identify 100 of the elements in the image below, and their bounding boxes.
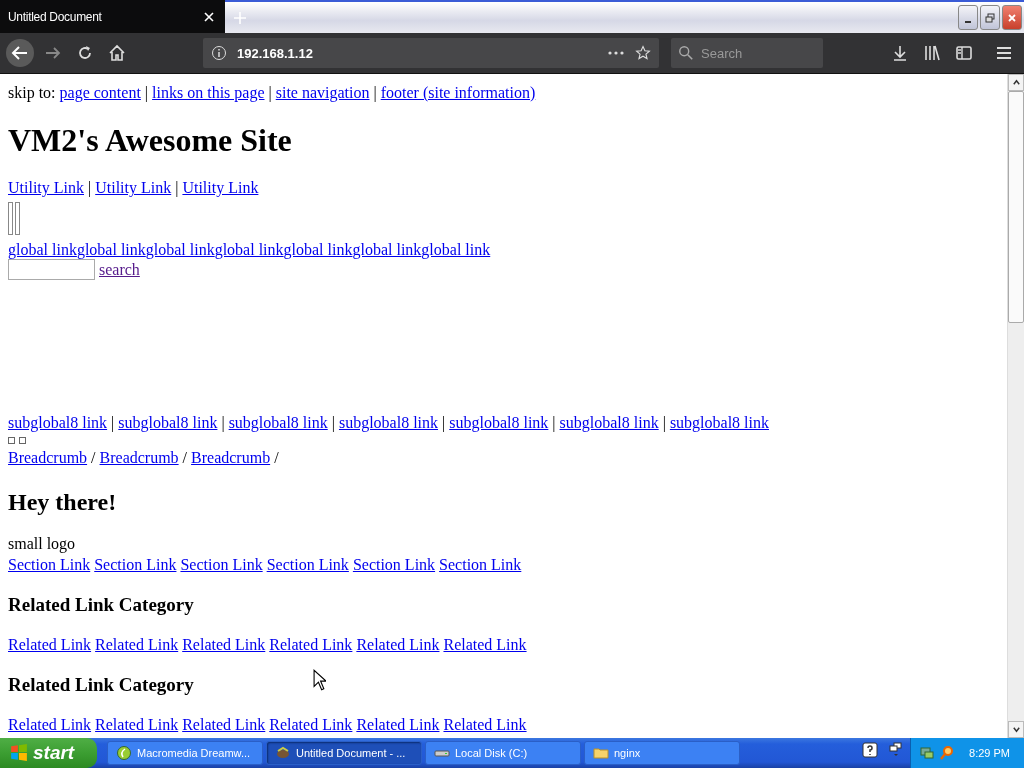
scroll-thumb[interactable] xyxy=(1008,91,1024,323)
separator: | xyxy=(111,414,115,431)
subglobal-link[interactable]: subglobal8 link xyxy=(449,414,549,431)
related-link[interactable]: Related Link xyxy=(182,636,266,653)
global-link[interactable]: global link xyxy=(214,241,284,258)
category-heading: Related Link Category xyxy=(8,594,194,616)
taskbar-button[interactable]: Untitled Document - ... xyxy=(266,741,422,765)
search-link[interactable]: search xyxy=(99,260,140,279)
separator: | xyxy=(552,414,556,431)
breadcrumb-link[interactable]: Breadcrumb xyxy=(99,449,179,466)
utility-link[interactable]: Utility Link xyxy=(182,179,259,196)
more-icon[interactable] xyxy=(607,50,625,56)
sidebar-icon[interactable] xyxy=(954,43,974,63)
separator: | xyxy=(88,179,92,196)
folder-icon xyxy=(593,745,609,761)
taskbar-button[interactable]: nginx xyxy=(584,741,740,765)
search-field[interactable]: Search xyxy=(671,38,823,68)
close-icon xyxy=(1007,12,1017,23)
separator: / xyxy=(274,449,279,466)
separator: | xyxy=(662,414,666,431)
separator: | xyxy=(268,84,272,101)
taskbar-button[interactable]: Local Disk (C:) xyxy=(425,741,581,765)
caret-up-icon xyxy=(1011,78,1021,87)
taskbar-button[interactable]: Macromedia Dreamw... xyxy=(107,741,263,765)
windows-icon[interactable] xyxy=(888,742,904,758)
global-link[interactable]: global link xyxy=(145,241,215,258)
subglobal-link[interactable]: subglobal8 link xyxy=(669,414,769,431)
subglobal-link[interactable]: subglobal8 link xyxy=(8,414,108,431)
info-icon[interactable] xyxy=(211,45,227,61)
search-field[interactable] xyxy=(8,259,95,280)
skip-link[interactable]: links on this page xyxy=(152,84,265,101)
section-link[interactable]: Section Link xyxy=(180,556,263,573)
related-link[interactable]: Related Link xyxy=(182,716,266,733)
windows-logo-icon xyxy=(10,744,28,762)
back-icon[interactable] xyxy=(5,38,35,68)
subglobal-link[interactable]: subglobal8 link xyxy=(338,414,439,431)
star-icon[interactable] xyxy=(635,45,651,61)
skip-label: skip to: xyxy=(8,84,56,101)
minimize-icon xyxy=(965,20,971,23)
browser-icon xyxy=(275,745,291,761)
utility-link[interactable]: Utility Link xyxy=(95,179,172,196)
subglobal-link[interactable]: subglobal8 link xyxy=(559,414,659,431)
related-link[interactable]: Related Link xyxy=(95,716,179,733)
close-icon[interactable] xyxy=(203,10,215,23)
network-icon[interactable] xyxy=(919,745,936,761)
scroll-up-button[interactable] xyxy=(1008,74,1024,91)
tab-title: Untitled Document xyxy=(8,9,102,24)
related-link[interactable]: Related Link xyxy=(269,636,353,653)
caret-down-icon xyxy=(1011,725,1021,734)
section-link[interactable]: Section Link xyxy=(94,556,177,573)
global-link[interactable]: global link xyxy=(76,241,146,258)
related-link[interactable]: Related Link xyxy=(95,636,179,653)
section-link[interactable]: Section Link xyxy=(8,556,91,573)
skip-link[interactable]: page content xyxy=(59,84,141,101)
related-link[interactable]: Related Link xyxy=(443,716,527,733)
separator: / xyxy=(182,449,188,466)
global-link[interactable]: global link xyxy=(352,241,422,258)
separator: | xyxy=(331,414,335,431)
close-button[interactable] xyxy=(1002,5,1022,30)
clock: 8:29 PM xyxy=(969,747,1010,759)
minimize-button[interactable] xyxy=(958,5,978,30)
scroll-down-button[interactable] xyxy=(1008,721,1024,738)
skip-link[interactable]: site navigation xyxy=(275,84,370,101)
section-link[interactable]: Section Link xyxy=(266,556,349,573)
related-link[interactable]: Related Link xyxy=(8,636,92,653)
global-link[interactable]: global link xyxy=(421,241,491,258)
separator: | xyxy=(221,414,225,431)
restore-button[interactable] xyxy=(980,5,1000,30)
related-link[interactable]: Related Link xyxy=(356,636,440,653)
breadcrumb-link[interactable]: Breadcrumb xyxy=(8,449,88,466)
section-link[interactable]: Section Link xyxy=(352,556,436,573)
global-link[interactable]: global link xyxy=(283,241,353,258)
magnifier-icon[interactable] xyxy=(939,745,956,761)
library-icon[interactable] xyxy=(922,43,942,63)
breadcrumb-link[interactable]: Breadcrumb xyxy=(191,449,271,466)
separator: | xyxy=(373,84,377,101)
home-icon[interactable] xyxy=(107,43,127,63)
subglobal-link[interactable]: subglobal8 link xyxy=(118,414,218,431)
related-link[interactable]: Related Link xyxy=(356,716,440,733)
small-logo-text: small logo xyxy=(8,535,76,553)
separator: | xyxy=(144,84,149,101)
related-link[interactable]: Related Link xyxy=(8,716,92,733)
related-link[interactable]: Related Link xyxy=(269,716,353,733)
restore-icon xyxy=(985,12,995,23)
skip-link[interactable]: footer (site information) xyxy=(380,84,536,101)
empty-frame xyxy=(15,202,20,235)
global-link[interactable]: global link xyxy=(8,241,77,258)
subglobal-link[interactable]: subglobal8 link xyxy=(228,414,328,431)
app-icon xyxy=(116,745,132,761)
related-link[interactable]: Related Link xyxy=(443,636,527,653)
separator: | xyxy=(175,179,179,196)
help-icon[interactable] xyxy=(862,742,878,758)
address-bar[interactable]: 192.168.1.12 xyxy=(203,38,659,68)
separator: | xyxy=(442,414,446,431)
url-text: 192.168.1.12 xyxy=(237,45,313,61)
separator: / xyxy=(91,449,96,466)
section-link[interactable]: Section Link xyxy=(439,556,522,573)
utility-link[interactable]: Utility Link xyxy=(8,179,84,196)
search-icon xyxy=(678,45,694,61)
scrollbar[interactable] xyxy=(1007,74,1024,738)
